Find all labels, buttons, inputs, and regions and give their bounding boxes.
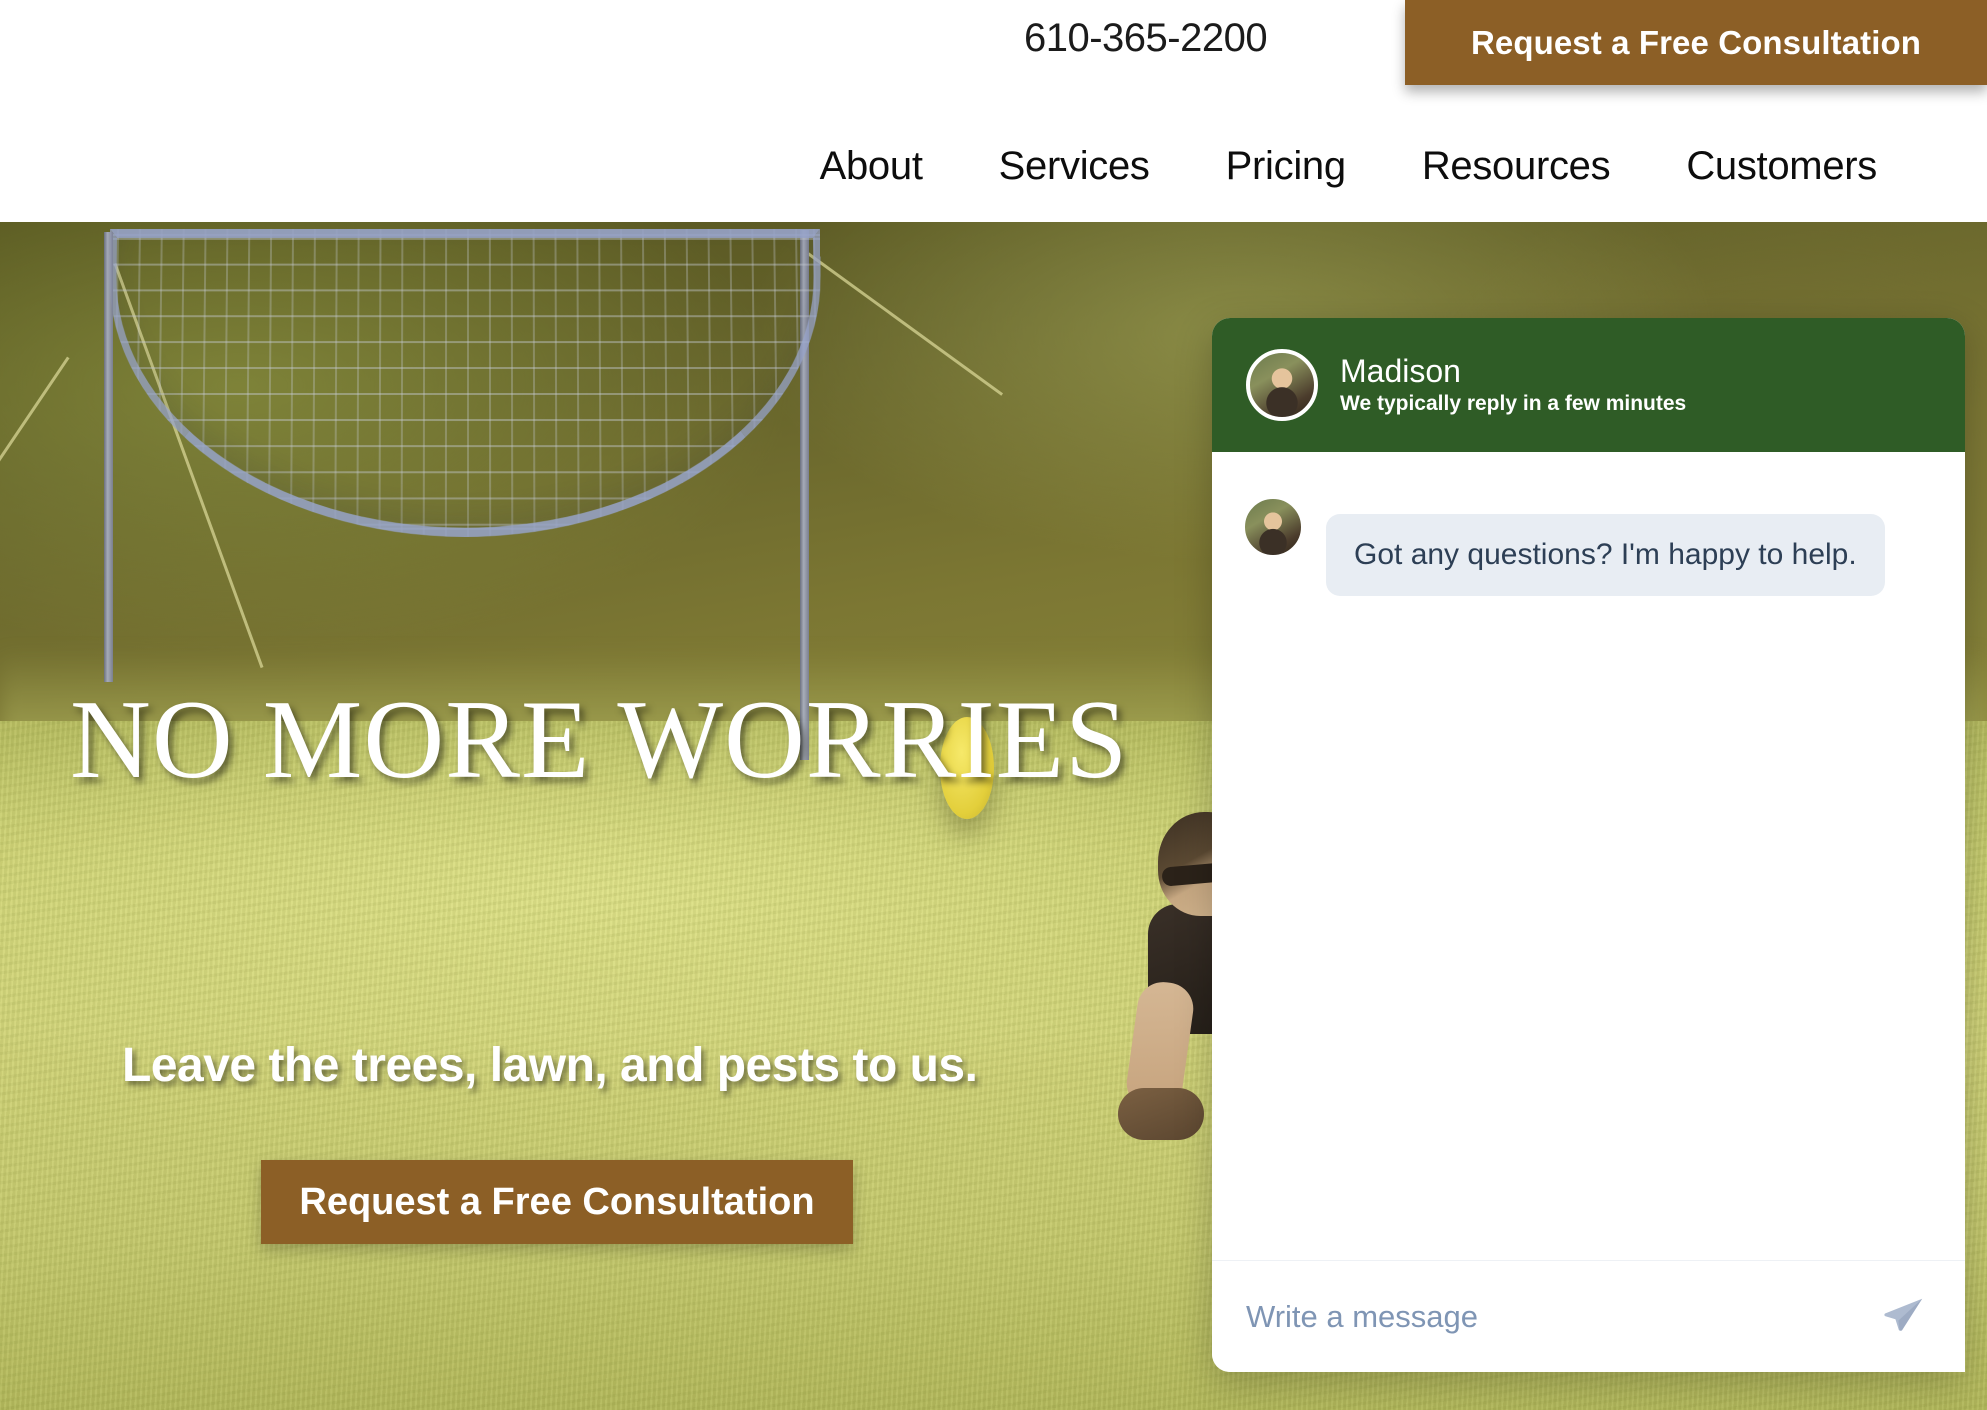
hero-copy: NO MORE WORRIES Leave the trees, lawn, a… [0, 222, 1200, 1410]
header-topbar: 610-365-2200 Request a Free Consultation [0, 0, 1987, 110]
nav-item-services[interactable]: Services [961, 144, 1188, 189]
paper-plane-icon [1880, 1294, 1926, 1340]
hero-request-consultation-button[interactable]: Request a Free Consultation [261, 1160, 853, 1244]
chat-widget: Madison We typically reply in a few minu… [1212, 318, 1965, 1372]
nav-item-resources[interactable]: Resources [1384, 144, 1649, 189]
message-avatar [1242, 496, 1304, 558]
chat-agent-name: Madison [1340, 355, 1686, 389]
hero-subheadline: Leave the trees, lawn, and pests to us. [122, 1042, 977, 1090]
chat-widget-header: Madison We typically reply in a few minu… [1212, 318, 1965, 452]
send-message-button[interactable] [1875, 1289, 1931, 1345]
chat-agent-identity: Madison We typically reply in a few minu… [1340, 355, 1686, 415]
nav-item-pricing[interactable]: Pricing [1188, 144, 1384, 189]
phone-number-link[interactable]: 610-365-2200 [1024, 16, 1267, 61]
nav-item-about[interactable]: About [782, 144, 961, 189]
agent-avatar [1246, 349, 1318, 421]
chat-message: Got any questions? I'm happy to help. [1242, 496, 1935, 596]
nav-item-customers[interactable]: Customers [1648, 144, 1915, 189]
header-request-consultation-button[interactable]: Request a Free Consultation [1405, 0, 1987, 85]
chat-agent-status: We typically reply in a few minutes [1340, 393, 1686, 415]
hero-headline: NO MORE WORRIES [70, 684, 1128, 796]
chat-composer [1212, 1260, 1965, 1372]
message-input[interactable] [1246, 1299, 1875, 1335]
chat-message-list: Got any questions? I'm happy to help. [1212, 452, 1965, 1260]
main-navigation: About Services Pricing Resources Custome… [0, 110, 1987, 222]
message-bubble-agent: Got any questions? I'm happy to help. [1326, 514, 1885, 596]
site-header: 610-365-2200 Request a Free Consultation… [0, 0, 1987, 222]
